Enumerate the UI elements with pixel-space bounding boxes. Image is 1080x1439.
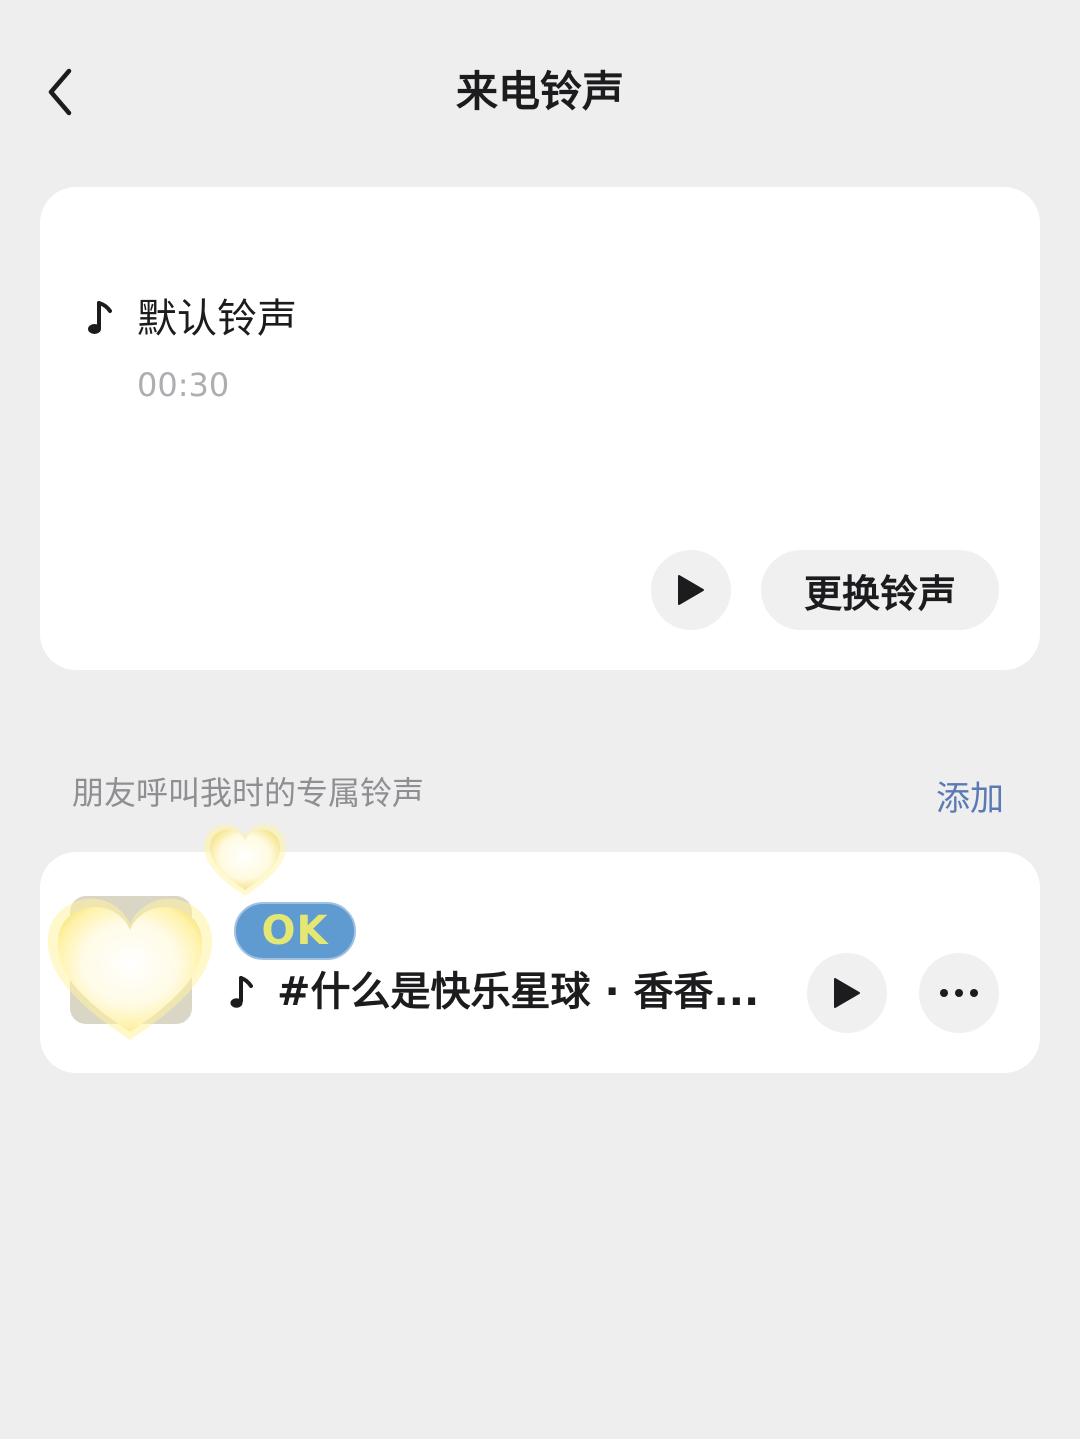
heart-sticker-small-icon <box>203 824 287 896</box>
default-ringtone-name: 默认铃声 <box>137 296 297 342</box>
ok-sticker-badge: OK <box>234 902 356 960</box>
play-icon <box>678 575 704 605</box>
friend-ringtone-card: OK #什么是快乐星球 · 香香... <box>40 824 1040 1073</box>
music-note-icon <box>229 974 255 1012</box>
friend-ringtone-name: #什么是快乐星球 · 香香... <box>277 969 760 1015</box>
add-button[interactable]: 添加 <box>936 776 1004 822</box>
navigation-bar: 来电铃声 <box>0 0 1080 180</box>
default-ringtone-duration: 00:30 <box>137 366 230 404</box>
heart-sticker-icon <box>47 898 213 1040</box>
friend-ringtone-play-button[interactable] <box>807 953 887 1033</box>
default-ringtone-play-button[interactable] <box>651 550 731 630</box>
friends-ringtone-section-title: 朋友呼叫我时的专属铃声 <box>72 774 425 812</box>
more-options-button[interactable] <box>919 953 999 1033</box>
more-icon <box>940 989 978 997</box>
play-icon <box>834 978 860 1008</box>
page-title: 来电铃声 <box>455 67 624 116</box>
default-ringtone-card: 默认铃声 00:30 更换铃声 <box>40 187 1040 670</box>
change-ringtone-button[interactable]: 更换铃声 <box>761 550 999 630</box>
music-note-icon <box>86 299 116 339</box>
